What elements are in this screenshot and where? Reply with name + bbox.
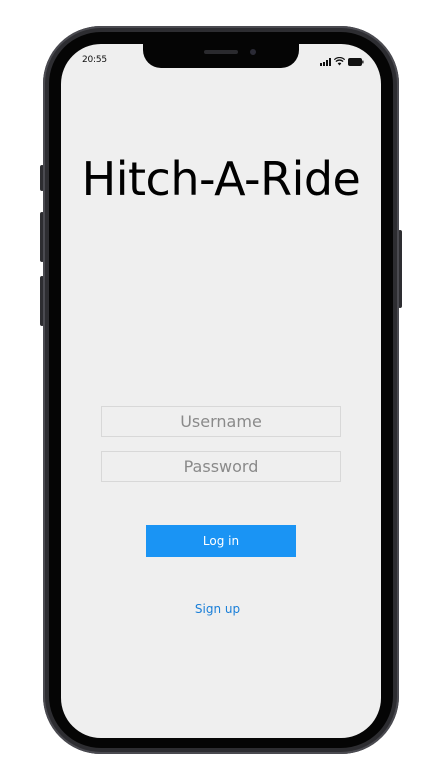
phone-screen (61, 44, 381, 738)
status-time: 20:55 (82, 55, 107, 65)
login-button[interactable]: Log in (146, 525, 296, 557)
signup-link[interactable]: Sign up (61, 602, 374, 616)
notch (143, 40, 299, 68)
battery-icon (348, 58, 364, 66)
password-input[interactable] (101, 451, 341, 482)
speaker-grille (204, 50, 238, 54)
front-camera-icon (250, 49, 256, 55)
signal-icon (320, 58, 331, 66)
username-input[interactable] (101, 406, 341, 437)
wifi-icon (334, 57, 345, 66)
app-title: Hitch-A-Ride (81, 152, 361, 206)
device-mockup: 20:55 Hitch-A-Ride Log in Sign up (0, 0, 442, 775)
status-icons (320, 56, 364, 66)
